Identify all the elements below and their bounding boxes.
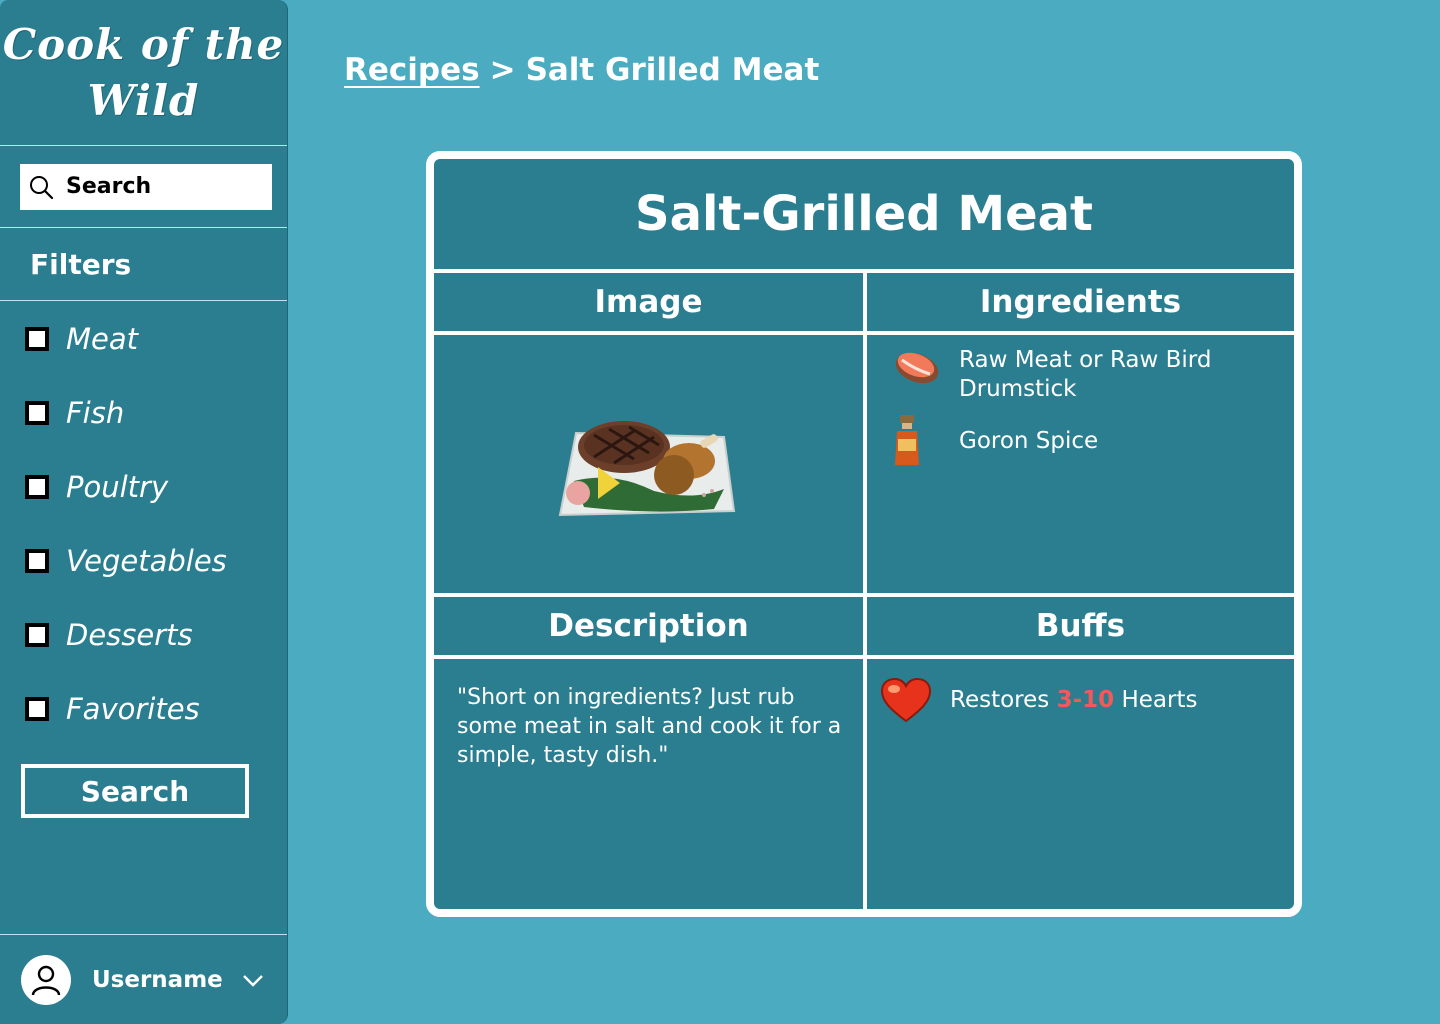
user-menu[interactable]: Username (0, 934, 287, 1024)
header-divider (434, 331, 1294, 335)
chevron-down-icon[interactable] (241, 968, 265, 992)
raw-meat-icon (895, 352, 939, 384)
ingredients-header: Ingredients (979, 284, 1182, 320)
username[interactable]: Username (92, 967, 223, 993)
description-header: Description (548, 608, 749, 644)
logo-line-2: Wild (87, 75, 200, 125)
recipe-title: Salt-Grilled Meat (434, 159, 1294, 273)
filter-label: Favorites (66, 692, 200, 726)
dish-image (558, 421, 736, 517)
search-button[interactable]: Search (21, 764, 249, 818)
image-header: Image (594, 284, 703, 320)
filter-label: Meat (66, 322, 139, 356)
sidebar: Cook of the Wild Filters Meat Fish Poultr… (0, 0, 288, 1024)
buffs-header: Buffs (1035, 608, 1126, 644)
app-logo[interactable]: Cook of the Wild (0, 0, 287, 146)
buff-text: Restores 3-10 Hearts (950, 687, 1197, 713)
filter-fish[interactable]: Fish (0, 396, 287, 470)
checkbox[interactable] (25, 549, 49, 573)
filter-label: Fish (66, 396, 125, 430)
heart-icon (880, 677, 932, 723)
filter-label: Poultry (66, 470, 169, 504)
user-icon (31, 965, 61, 995)
checkbox[interactable] (25, 623, 49, 647)
buff-item: Restores 3-10 Hearts (880, 677, 1197, 723)
header-divider (434, 655, 1294, 659)
filters-title: Filters (0, 228, 287, 301)
buff-prefix: Restores (950, 687, 1057, 713)
buff-suffix: Hearts (1114, 687, 1198, 713)
checkbox[interactable] (25, 327, 49, 351)
ingredient-name: Raw Meat or Raw Bird Drumstick (959, 347, 1212, 402)
recipe-description: "Short on ingredients? Just rub some mea… (457, 685, 842, 768)
sidebar-search-row (0, 146, 287, 228)
breadcrumb-separator: > (489, 52, 516, 88)
ingredient-item: Goron Spice (892, 413, 1239, 469)
filter-label: Desserts (66, 618, 193, 652)
filter-list: Meat Fish Poultry Vegetables Desserts Fa… (0, 301, 287, 766)
ingredient-name: Goron Spice (959, 428, 1099, 454)
filter-label: Vegetables (66, 544, 227, 578)
filter-vegetables[interactable]: Vegetables (0, 544, 287, 618)
goron-spice-icon (895, 415, 919, 465)
checkbox[interactable] (25, 475, 49, 499)
ingredient-item: Raw Meat or Raw Bird Drumstick (892, 346, 1239, 404)
recipe-card: Salt-Grilled Meat Image Ingredients Desc… (426, 151, 1302, 917)
filter-favorites[interactable]: Favorites (0, 692, 287, 766)
avatar[interactable] (21, 954, 71, 1005)
breadcrumb-current: Salt Grilled Meat (525, 52, 820, 88)
breadcrumb: Recipes > Salt Grilled Meat (344, 52, 819, 88)
breadcrumb-recipes-link[interactable]: Recipes (344, 52, 480, 88)
filter-meat[interactable]: Meat (0, 322, 287, 396)
checkbox[interactable] (25, 401, 49, 425)
column-divider (863, 273, 867, 910)
filter-poultry[interactable]: Poultry (0, 470, 287, 544)
search-input[interactable] (66, 174, 256, 199)
search-box[interactable] (20, 163, 272, 210)
search-icon (30, 175, 54, 199)
checkbox[interactable] (25, 697, 49, 721)
filter-desserts[interactable]: Desserts (0, 618, 287, 692)
logo-line-1: Cook of the (2, 19, 285, 69)
buff-value: 3-10 (1056, 687, 1115, 713)
